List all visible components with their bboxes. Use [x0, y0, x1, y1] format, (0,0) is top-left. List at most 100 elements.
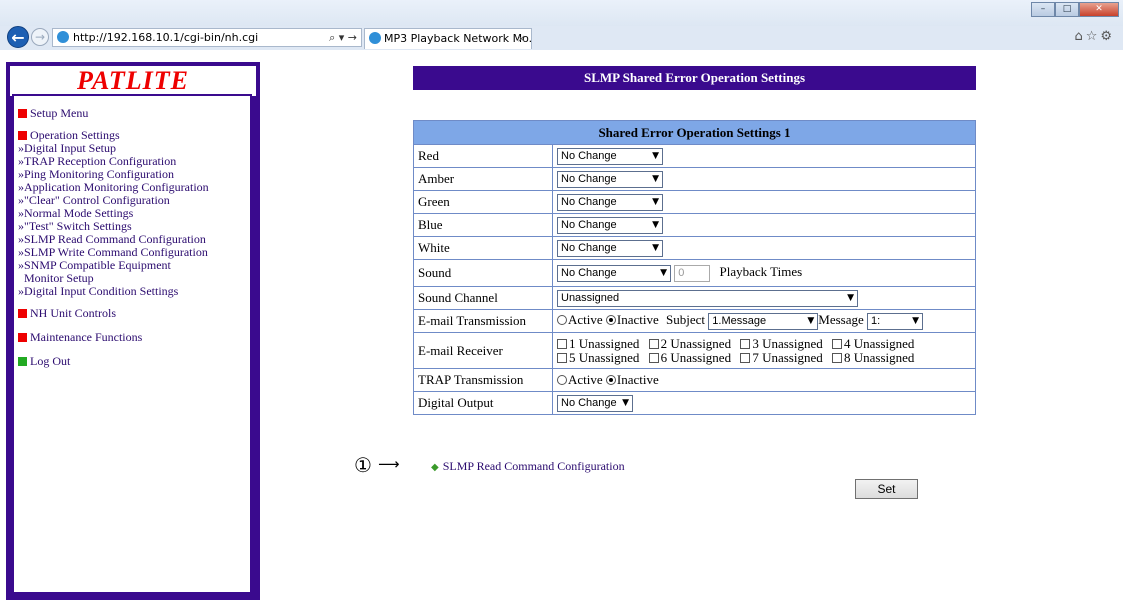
checkbox[interactable]	[648, 352, 659, 363]
receiver-8[interactable]: 8 Unassigned	[832, 350, 914, 365]
checkbox[interactable]	[832, 352, 843, 363]
menu-logout[interactable]: Log Out	[18, 355, 246, 368]
receiver-6[interactable]: 6 Unassigned	[648, 349, 732, 365]
row-label: Sound	[413, 259, 553, 287]
minimize-icon[interactable]: –	[1031, 2, 1055, 17]
row-label: Blue	[413, 213, 553, 237]
table-row: Digital Output No Change ▼	[413, 391, 976, 415]
logout-link[interactable]: Log Out	[30, 355, 70, 368]
menu-maintenance[interactable]: Maintenance Functions	[18, 331, 246, 344]
checkbox[interactable]	[648, 338, 659, 349]
green-square-icon	[18, 357, 27, 366]
radio-label: Active	[568, 372, 603, 387]
title-bar	[0, 0, 1123, 26]
maintenance-link[interactable]: Maintenance Functions	[30, 331, 142, 344]
select-value: No Change	[561, 218, 617, 231]
digital-output-select[interactable]: No Change ▼	[557, 394, 633, 412]
select-value: No Change	[561, 149, 617, 162]
checkbox[interactable]	[557, 338, 567, 349]
table-row: Red No Change ▼	[413, 144, 976, 168]
callout-number: ①	[354, 453, 372, 477]
table-row: E-mail Receiver 1 Unassigned 2 Unassigne…	[413, 332, 976, 369]
menu-setup[interactable]: Setup Menu	[18, 107, 246, 120]
radio-label: Inactive	[616, 312, 659, 328]
subject-select[interactable]: 1.Message ▼	[708, 312, 819, 330]
receiver-1[interactable]: 1 Unassigned	[557, 336, 639, 351]
ie-page-icon	[57, 31, 69, 43]
select-value: 1.Message	[712, 314, 767, 327]
red-select[interactable]: No Change ▼	[557, 147, 663, 165]
chevron-down-icon: ▼	[912, 315, 920, 326]
browser-tab[interactable]: MP3 Playback Network Mo... ×	[364, 28, 532, 49]
set-button[interactable]: Set	[855, 479, 918, 499]
trap-active-radio[interactable]	[557, 375, 567, 385]
menu-nh-unit[interactable]: NH Unit Controls	[18, 307, 246, 320]
amber-select[interactable]: No Change ▼	[557, 170, 663, 188]
green-select[interactable]: No Change ▼	[557, 193, 663, 211]
select-value: No Change	[561, 396, 617, 409]
search-refresh-controls[interactable]: ⌕ ▾ →	[329, 29, 357, 46]
receiver-label: 5 Unassigned	[569, 349, 640, 365]
setup-menu-link[interactable]: Setup Menu	[30, 107, 88, 120]
blue-select[interactable]: No Change ▼	[557, 216, 663, 234]
sidebar: PATLITE Setup Menu Operation Settings »D…	[6, 62, 260, 600]
table-row: Green No Change ▼	[413, 190, 976, 214]
trap-inactive-radio[interactable]	[605, 375, 616, 385]
row-label: White	[413, 236, 553, 260]
table-row: Sound Channel Unassigned ▼	[413, 286, 976, 310]
red-square-icon	[18, 131, 27, 140]
sidebar-menu: Setup Menu Operation Settings »Digital I…	[12, 94, 252, 594]
red-square-icon	[18, 309, 27, 318]
back-arrow-icon[interactable]: ←	[7, 26, 29, 48]
chevron-down-icon: ▼	[660, 267, 667, 278]
settings-table: Shared Error Operation Settings 1 Red No …	[413, 120, 976, 415]
playback-times-label: Playback Times	[719, 264, 803, 280]
tab-close-icon[interactable]: ×	[517, 29, 526, 48]
chevron-down-icon: ▼	[652, 150, 659, 161]
home-favorites-settings-icons[interactable]: ⌂☆⚙	[1074, 29, 1115, 45]
select-value: No Change	[561, 195, 617, 208]
select-value: No Change	[561, 266, 617, 279]
receiver-7[interactable]: 7 Unassigned	[740, 349, 823, 365]
window-close-icon[interactable]: ✕	[1079, 2, 1119, 17]
main-content: SLMP Shared Error Operation Settings Sha…	[413, 66, 976, 415]
table-row: Amber No Change ▼	[413, 167, 976, 191]
white-select[interactable]: No Change ▼	[557, 239, 663, 257]
checkbox[interactable]	[832, 338, 843, 349]
row-label: E-mail Transmission	[413, 309, 553, 333]
select-value: No Change	[561, 241, 617, 254]
table-row: TRAP Transmission Active Inactive	[413, 368, 976, 392]
address-bar[interactable]: http://192.168.10.1/cgi-bin/nh.cgi ⌕ ▾ →	[52, 28, 362, 47]
select-value: Unassigned	[561, 291, 620, 304]
sound-select[interactable]: No Change ▼	[557, 264, 671, 282]
maximize-icon[interactable]: □	[1055, 2, 1079, 17]
message-label: Message	[818, 312, 864, 328]
receiver-row: 5 Unassigned 6 Unassigned 7 Unassigned 8…	[557, 349, 971, 365]
email-active-radio[interactable]	[557, 315, 567, 326]
playback-times-input[interactable]: 0	[674, 264, 711, 282]
sidebar-item-digital-input-condition[interactable]: »Digital Input Condition Settings	[18, 285, 246, 298]
receiver-3[interactable]: 3 Unassigned	[740, 336, 823, 351]
radio-label: Active	[568, 312, 603, 328]
receiver-label: 7 Unassigned	[752, 349, 823, 365]
message-select[interactable]: 1: ▼	[867, 312, 924, 330]
receiver-row: 1 Unassigned 2 Unassigned 3 Unassigned 4…	[557, 336, 971, 351]
email-inactive-radio[interactable]	[605, 315, 616, 326]
receiver-label: 6 Unassigned	[660, 349, 732, 365]
checkbox[interactable]	[557, 352, 567, 363]
checkbox[interactable]	[740, 338, 751, 349]
ie-tab-icon	[369, 32, 381, 44]
back-link-label[interactable]: SLMP Read Command Configuration	[443, 459, 625, 473]
chevron-down-icon: ▼	[622, 397, 629, 408]
receiver-4[interactable]: 4 Unassigned	[832, 336, 914, 351]
checkbox[interactable]	[740, 352, 751, 363]
receiver-5[interactable]: 5 Unassigned	[557, 350, 639, 365]
table-row: White No Change ▼	[413, 236, 976, 260]
forward-arrow-icon[interactable]: →	[31, 28, 49, 46]
table-row: Sound No Change ▼ 0 Playback Times	[413, 259, 976, 287]
nh-unit-controls-link[interactable]: NH Unit Controls	[30, 307, 116, 320]
back-link[interactable]: ◆ SLMP Read Command Configuration	[431, 459, 625, 475]
sound-channel-select[interactable]: Unassigned ▼	[557, 289, 858, 307]
receiver-2[interactable]: 2 Unassigned	[648, 336, 731, 351]
table-row: E-mail Transmission Active Inactive Subj…	[413, 309, 976, 333]
